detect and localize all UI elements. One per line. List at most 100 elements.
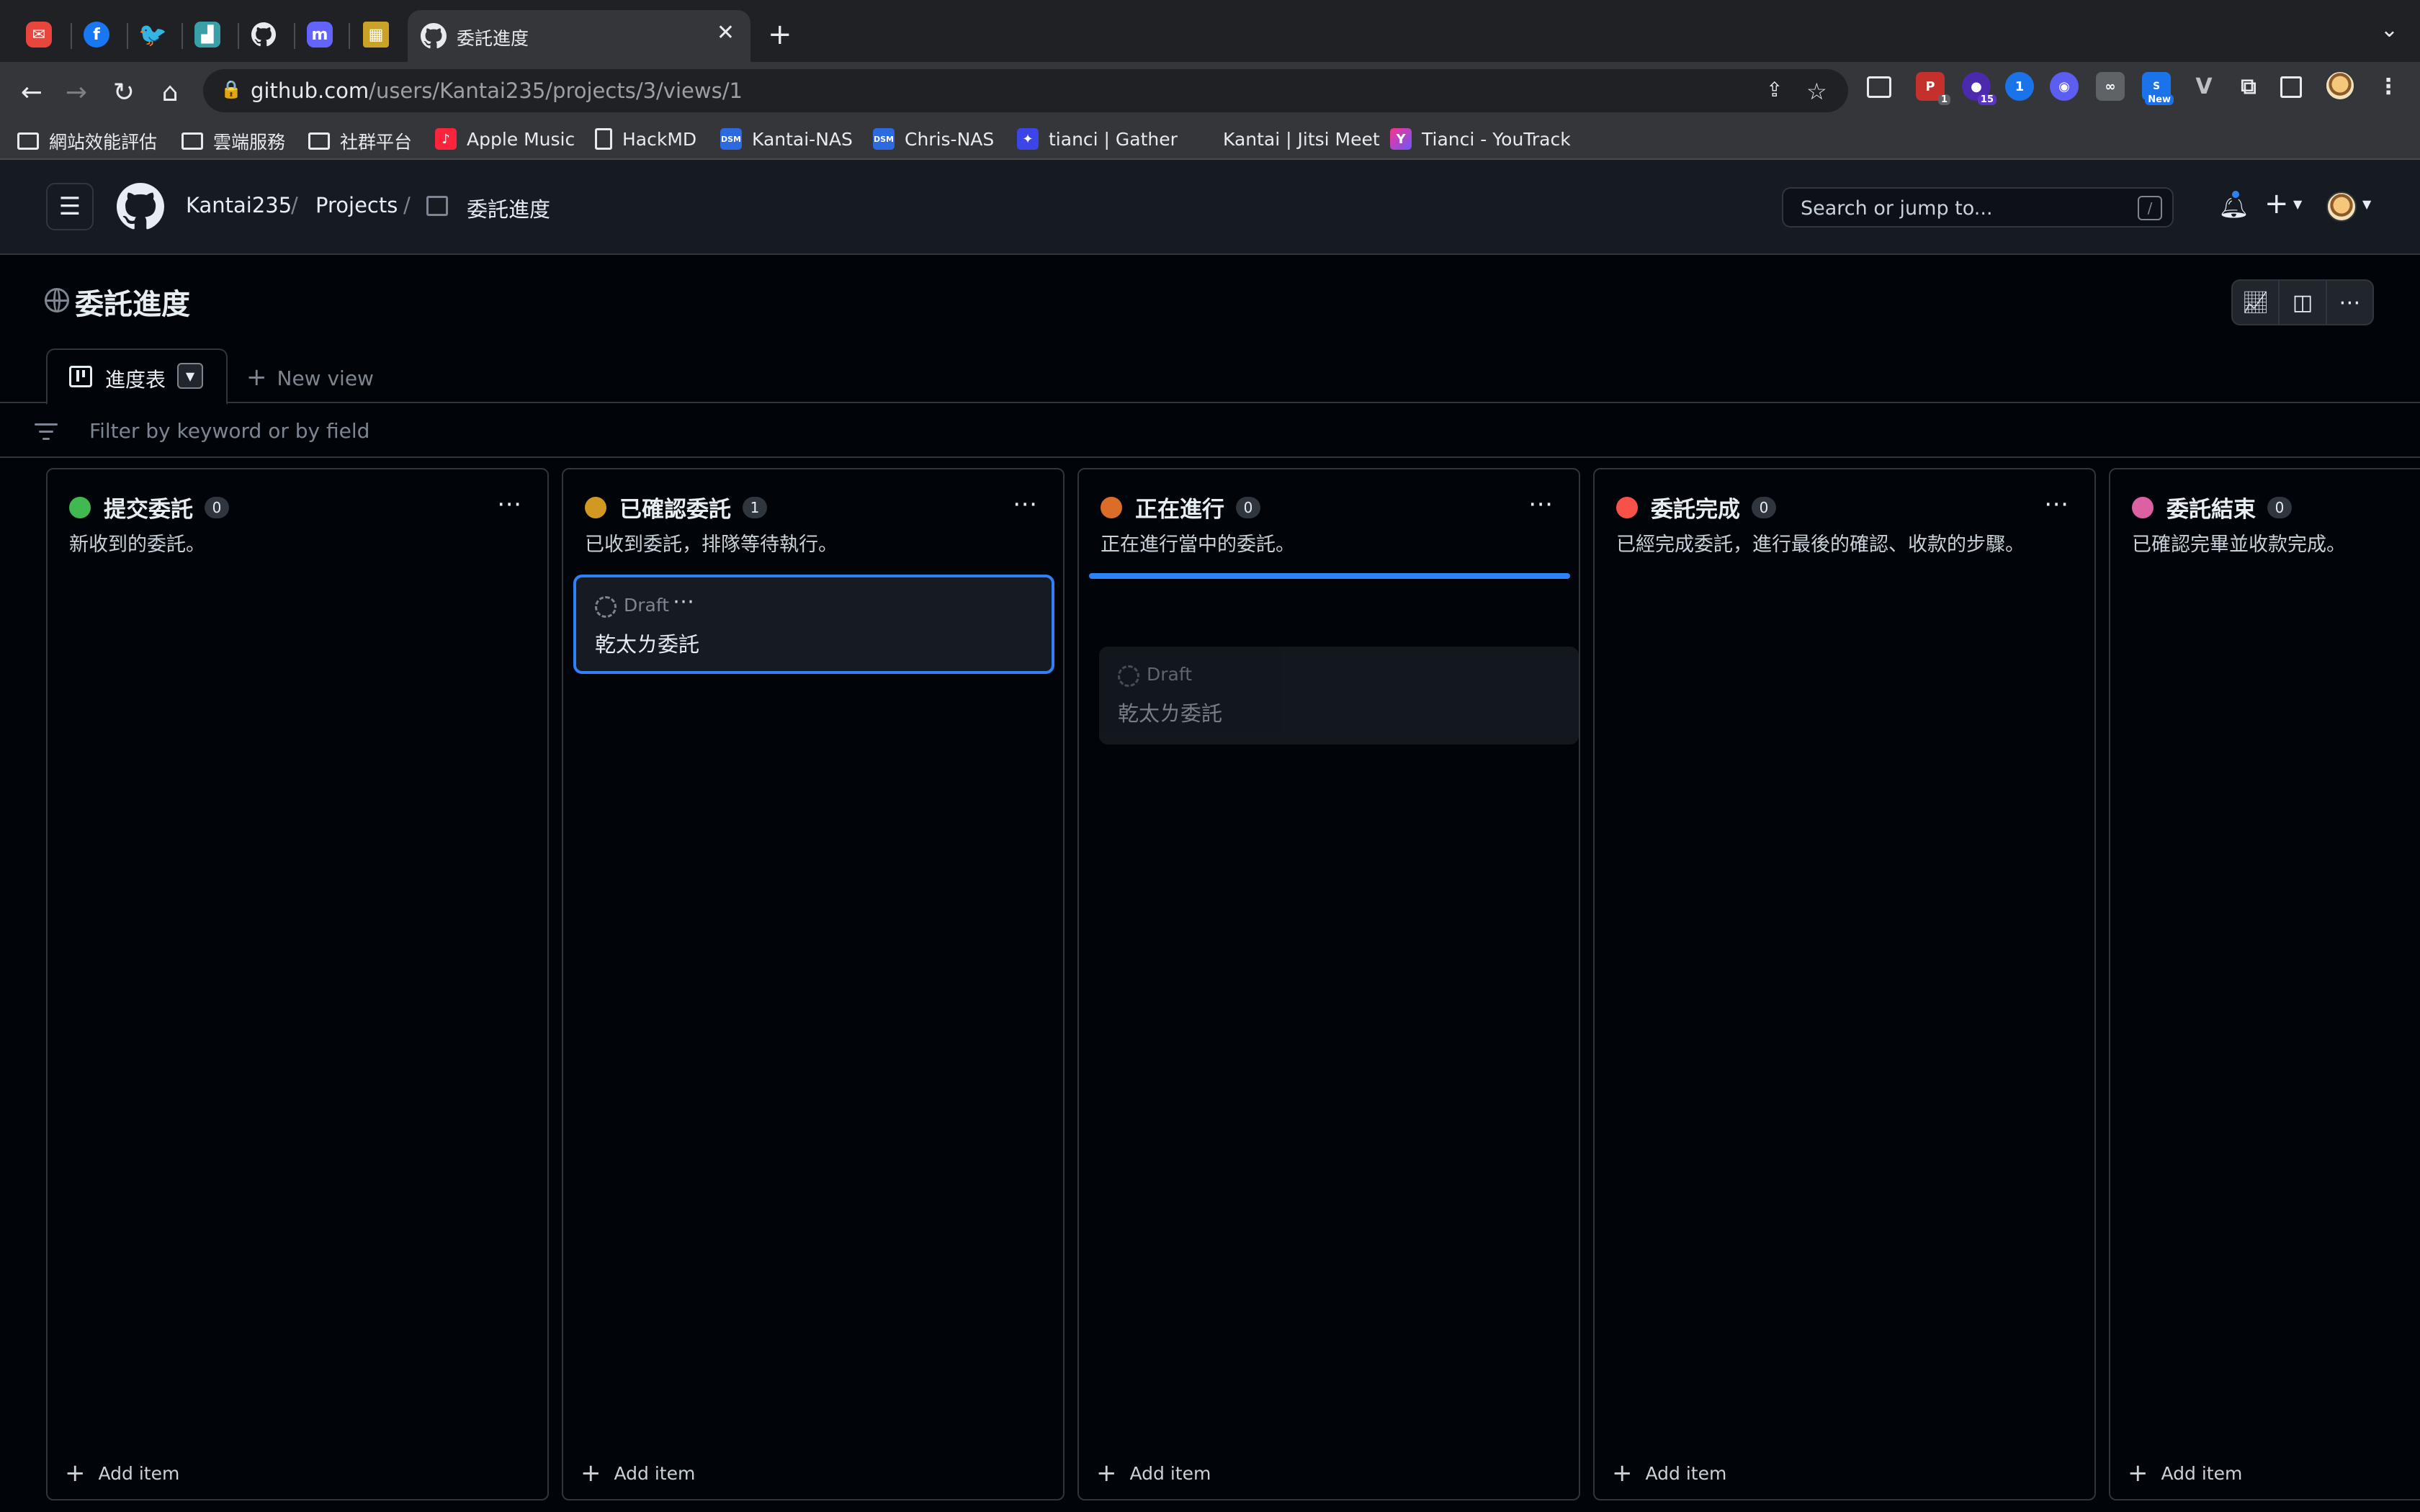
column-count-badge: 0 [205, 496, 229, 518]
side-panel-icon[interactable]: ◫ [2280, 281, 2327, 324]
add-item-button[interactable]: + Add item [1612, 1459, 1726, 1488]
bookmark-link[interactable]: ✦ tianci | Gather [1017, 128, 1178, 150]
twitter-icon: 🐦 [138, 21, 167, 48]
add-item-button[interactable]: + Add item [1096, 1459, 1211, 1488]
pixel-art-icon: ▦ [363, 22, 389, 48]
extension-lastpass-icon[interactable]: P1 [1916, 72, 1950, 105]
column-menu-icon[interactable]: ⋯ [2044, 490, 2070, 518]
bookmark-link[interactable]: DSM Chris-NAS [873, 128, 994, 150]
github-logo-icon[interactable] [117, 183, 164, 230]
add-item-button[interactable]: + Add item [2128, 1459, 2242, 1488]
card-menu-icon[interactable]: ⋯ [673, 589, 696, 614]
draft-card[interactable]: Draft ⋯ 乾太ㄌ委託 [573, 575, 1054, 674]
breadcrumb-owner[interactable]: Kantai235 [186, 193, 292, 217]
browser-profile-avatar[interactable] [2325, 71, 2355, 101]
dragging-card-ghost[interactable]: Draft 乾太ㄌ委託 [1099, 647, 1579, 744]
tab-separator [71, 23, 72, 49]
project-actions: 📈︎ ◫ ⋯ [2231, 279, 2374, 325]
active-tab[interactable]: 委託進度 ✕ [408, 10, 750, 62]
folder-icon [182, 132, 203, 150]
book-icon: ▟ [194, 22, 220, 48]
menu-hamburger-icon[interactable]: ☰ [46, 183, 94, 230]
back-arrow-icon[interactable]: ← [13, 73, 50, 111]
extension-glasses-icon[interactable]: ∞ [2096, 72, 2125, 101]
filter-input[interactable]: Filter by keyword or by field [89, 419, 369, 443]
create-new-plus-icon[interactable]: + [2264, 187, 2289, 220]
breadcrumb-separator: / [403, 193, 411, 217]
bookmark-link[interactable]: Kantai | Jitsi Meet [1191, 128, 1380, 150]
view-tab-board[interactable]: 進度表 ▼ [46, 348, 228, 405]
add-item-button[interactable]: + Add item [581, 1459, 695, 1488]
tab-search-chevron-icon[interactable]: ⌄ [2380, 17, 2398, 42]
notification-indicator [2230, 189, 2241, 200]
bookmark-link[interactable]: DSM Kantai-NAS [720, 128, 853, 150]
document-icon [595, 128, 612, 150]
tab-separator [182, 23, 183, 49]
reload-icon[interactable]: ↻ [105, 73, 143, 111]
pinned-tab-github[interactable] [243, 14, 284, 55]
more-options-icon[interactable]: ⋯ [2327, 281, 2372, 324]
bookmark-link[interactable]: Y Tianci - YouTrack [1390, 128, 1571, 150]
share-icon[interactable]: ⇪ [1766, 78, 1783, 102]
draft-label: Draft [624, 595, 670, 616]
column-description: 已收到委託，排隊等待執行。 [585, 534, 838, 556]
bookmark-folder[interactable]: 雲端服務 [182, 128, 285, 154]
pinned-tab-facebook[interactable]: f [76, 14, 117, 55]
column-description: 已確認完畢並收款完成。 [2132, 534, 2346, 556]
pinned-tab-7[interactable]: ▦ [356, 14, 396, 55]
column-title: 提交委託 [104, 497, 193, 523]
bookmark-folder[interactable]: 社群平台 [308, 128, 412, 154]
tab-separator [349, 23, 350, 49]
home-icon[interactable]: ⌂ [151, 73, 189, 111]
card-title: 乾太ㄌ委託 [1118, 701, 1223, 726]
breadcrumb-projects[interactable]: Projects [315, 193, 398, 217]
column-title: 已確認委託 [619, 497, 731, 523]
extension-new-icon[interactable]: S New [2142, 72, 2174, 105]
insights-graph-icon[interactable]: 📈︎ [2233, 281, 2280, 324]
browser-menu-icon[interactable]: ⋮ [2374, 72, 2403, 101]
pinned-tab-4[interactable]: ▟ [187, 14, 228, 55]
column-menu-icon[interactable]: ⋯ [497, 490, 523, 518]
breadcrumb-project[interactable]: 委託進度 [467, 193, 550, 223]
project-title[interactable]: 委託進度 [75, 281, 190, 323]
add-item-button[interactable]: + Add item [65, 1459, 179, 1488]
chevron-down-icon[interactable]: ▼ [2293, 197, 2302, 211]
mastodon-icon: m [307, 22, 333, 48]
column-menu-icon[interactable]: ⋯ [1528, 490, 1554, 518]
user-avatar[interactable] [2326, 192, 2357, 222]
password-manager-icon[interactable]: 1 [2005, 72, 2034, 101]
view-options-caret-icon[interactable]: ▼ [177, 363, 203, 389]
new-tab-button[interactable]: + [768, 17, 792, 52]
lock-icon[interactable]: 🔒 [220, 79, 242, 99]
pinned-tab-twitter[interactable]: 🐦 [133, 14, 173, 55]
search-input[interactable]: Search or jump to... / [1782, 187, 2174, 228]
bookmarks-bar: 網站效能評估 雲端服務 社群平台 ♪ Apple Music HackMD DSM… [0, 121, 2420, 160]
close-tab-icon[interactable]: ✕ [717, 20, 735, 45]
tab-manager-icon[interactable] [1867, 76, 1891, 98]
tab-separator [127, 23, 128, 49]
view-tabs: 進度表 ▼ + New view [0, 348, 2420, 405]
extension-2-icon[interactable]: ● 15 [1962, 72, 1996, 105]
extensions-puzzle-icon[interactable]: ⧉ [2234, 72, 2263, 101]
extension-ghost-icon[interactable]: ◉ [2050, 72, 2079, 101]
bookmark-link[interactable]: ♪ Apple Music [435, 128, 575, 150]
new-view-button[interactable]: + New view [246, 363, 374, 392]
pinned-tab-mastodon[interactable]: m [300, 14, 340, 55]
pinned-tab-1[interactable]: ✉ [19, 14, 59, 55]
bookmark-folder[interactable]: 網站效能評估 [17, 128, 157, 154]
chevron-down-icon[interactable]: ▼ [2362, 197, 2371, 211]
column-color-dot [1616, 496, 1638, 518]
column-title: 委託完成 [1651, 497, 1740, 523]
forward-arrow-icon[interactable]: → [58, 73, 95, 111]
card-title[interactable]: 乾太ㄌ委託 [595, 628, 699, 658]
bookmark-link[interactable]: HackMD [595, 128, 696, 150]
side-panel-icon[interactable] [2280, 76, 2302, 98]
column-menu-icon[interactable]: ⋯ [1013, 490, 1039, 518]
github-icon [251, 22, 276, 47]
board-column: 提交委託 0 ⋯ 新收到的委託。 + Add item [46, 468, 549, 1500]
column-color-dot [1101, 496, 1122, 518]
vue-devtools-icon[interactable]: V [2190, 72, 2218, 101]
facebook-icon: f [84, 22, 109, 48]
address-bar[interactable]: 🔒 github.com/users/Kantai235/projects/3/… [203, 69, 1848, 112]
bookmark-star-icon[interactable]: ☆ [1806, 78, 1827, 105]
